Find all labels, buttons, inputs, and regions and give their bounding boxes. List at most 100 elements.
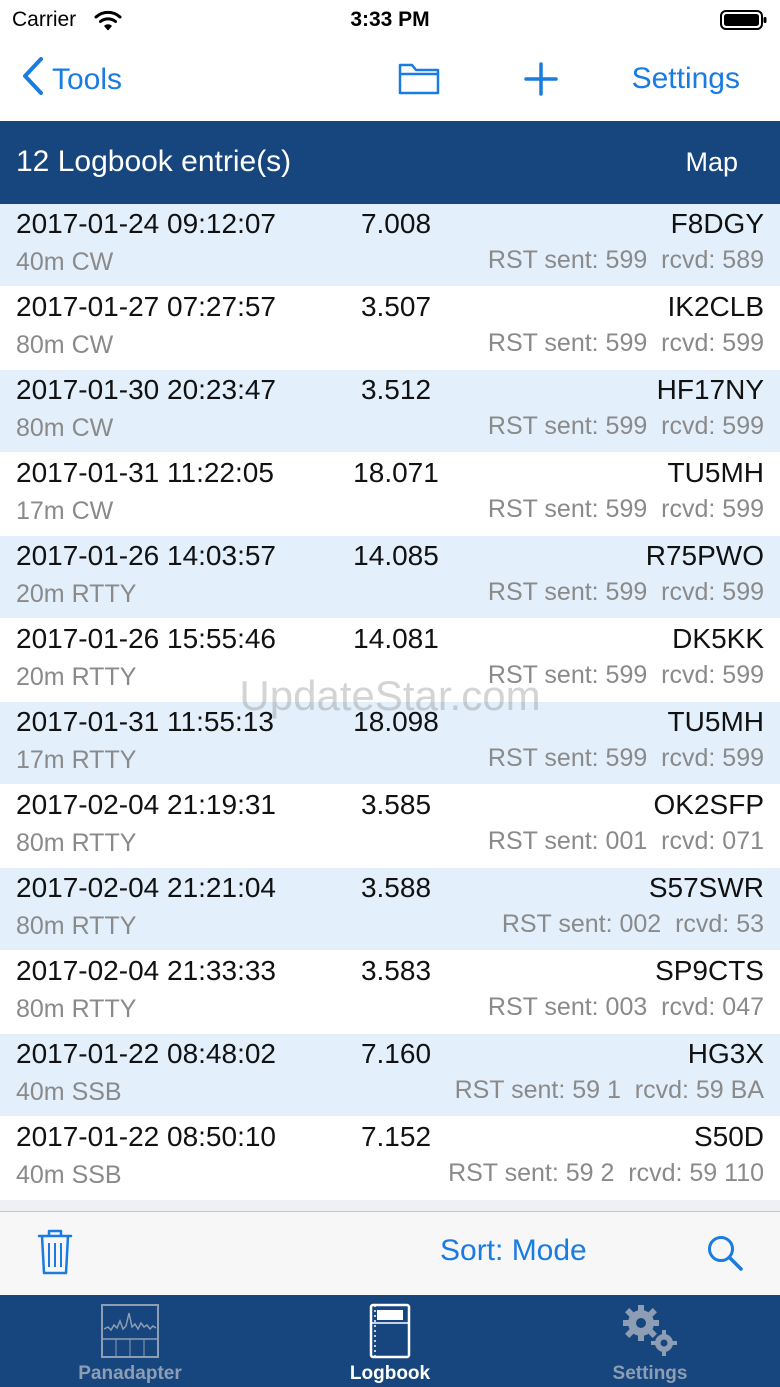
entry-frequency: 14.085 bbox=[353, 540, 439, 571]
entry-band-mode: 40m CW bbox=[16, 248, 114, 276]
entry-rst: RST sent: 599 rcvd: 589 bbox=[487, 246, 764, 274]
entry-callsign: IK2CLB bbox=[667, 291, 765, 322]
list-item[interactable]: 2017-01-26 15:55:46 14.081 DK5KK 20m RTTY RS… bbox=[0, 619, 780, 702]
entry-band-mode: 17m CW bbox=[16, 497, 114, 525]
logbook-list[interactable]: 2017-01-24 09:12:07 7.008 F8DGY 40m CW RST s… bbox=[0, 204, 780, 1200]
entry-callsign: F8DGY bbox=[670, 208, 764, 239]
list-item[interactable]: 2017-01-22 08:48:02 7.160 HG3X 40m SSB RST s… bbox=[0, 1034, 780, 1117]
entry-callsign: HF17NY bbox=[656, 374, 764, 405]
entry-frequency: 3.585 bbox=[360, 789, 432, 820]
entry-frequency: 3.588 bbox=[360, 872, 432, 903]
entry-frequency: 14.081 bbox=[353, 623, 439, 654]
entry-band-mode: 20m RTTY bbox=[16, 663, 137, 691]
entry-datetime: 2017-01-30 20:23:47 bbox=[16, 374, 276, 405]
battery-icon bbox=[720, 9, 768, 36]
entry-rst: RST sent: 003 rcvd: 047 bbox=[487, 993, 764, 1021]
settings-button[interactable]: Settings bbox=[632, 62, 740, 96]
logbook-icon bbox=[260, 1303, 520, 1359]
tab-logbook[interactable]: Logbook bbox=[260, 1295, 520, 1387]
entry-datetime: 2017-01-26 14:03:57 bbox=[16, 540, 276, 571]
entry-callsign: TU5MH bbox=[667, 457, 764, 488]
list-item[interactable]: 2017-01-31 11:22:05 18.071 TU5MH 17m CW RST … bbox=[0, 453, 780, 536]
folder-icon[interactable] bbox=[398, 61, 440, 102]
search-icon[interactable] bbox=[706, 1234, 744, 1277]
entry-band-mode: 20m RTTY bbox=[16, 580, 137, 608]
entry-band-mode: 80m RTTY bbox=[16, 912, 137, 940]
list-item[interactable]: 2017-01-31 11:55:13 18.098 TU5MH 17m RTTY RS… bbox=[0, 702, 780, 785]
entry-rst: RST sent: 599 rcvd: 599 bbox=[487, 495, 764, 523]
tab-bar: Panadapter Logbook Settings bbox=[0, 1295, 780, 1387]
trash-icon[interactable] bbox=[36, 1228, 74, 1281]
list-item[interactable]: 2017-01-24 09:12:07 7.008 F8DGY 40m CW RST s… bbox=[0, 204, 780, 287]
entry-rst: RST sent: 599 rcvd: 599 bbox=[487, 578, 764, 606]
entry-rst: RST sent: 59 2 rcvd: 59 110 bbox=[448, 1159, 764, 1187]
gear-icon bbox=[520, 1303, 780, 1359]
clock-time: 3:33 PM bbox=[350, 8, 430, 31]
entry-callsign: DK5KK bbox=[672, 623, 764, 654]
logbook-header: 12 Logbook entrie(s) Map bbox=[0, 121, 780, 204]
add-entry-button[interactable] bbox=[524, 62, 558, 101]
back-button[interactable]: Tools bbox=[22, 57, 123, 103]
entry-rst: RST sent: 001 rcvd: 071 bbox=[487, 827, 764, 855]
list-divider bbox=[0, 1200, 780, 1212]
entry-callsign: R75PWO bbox=[645, 540, 764, 571]
entry-datetime: 2017-01-26 15:55:46 bbox=[16, 623, 276, 654]
navigation-bar: Tools Settings bbox=[0, 40, 780, 121]
entry-rst: RST sent: 002 rcvd: 53 bbox=[501, 910, 764, 938]
status-bar: Carrier 3:33 PM bbox=[0, 0, 780, 40]
entry-band-mode: 40m SSB bbox=[16, 1161, 122, 1189]
entry-frequency: 7.160 bbox=[360, 1038, 432, 1069]
entry-band-mode: 80m CW bbox=[16, 331, 114, 359]
entry-datetime: 2017-02-04 21:19:31 bbox=[16, 789, 276, 820]
entry-callsign: SP9CTS bbox=[655, 955, 764, 986]
entry-datetime: 2017-01-27 07:27:57 bbox=[16, 291, 276, 322]
map-button[interactable]: Map bbox=[685, 147, 738, 178]
entry-band-mode: 80m RTTY bbox=[16, 995, 137, 1023]
tab-panadapter-label: Panadapter bbox=[78, 1363, 182, 1384]
entry-callsign: HG3X bbox=[687, 1038, 764, 1069]
tab-settings-label: Settings bbox=[612, 1363, 688, 1384]
entry-datetime: 2017-01-31 11:22:05 bbox=[16, 457, 274, 488]
sort-button[interactable]: Sort: Mode bbox=[440, 1234, 587, 1268]
entry-band-mode: 80m CW bbox=[16, 414, 114, 442]
entry-callsign: S57SWR bbox=[648, 872, 764, 903]
tab-panadapter[interactable]: Panadapter bbox=[0, 1295, 260, 1387]
entry-rst: RST sent: 59 1 rcvd: 59 BA bbox=[454, 1076, 764, 1104]
entry-frequency: 3.583 bbox=[360, 955, 432, 986]
entry-datetime: 2017-01-22 08:50:10 bbox=[16, 1121, 276, 1152]
entry-callsign: OK2SFP bbox=[653, 789, 764, 820]
entry-datetime: 2017-01-24 09:12:07 bbox=[16, 208, 276, 239]
tab-settings[interactable]: Settings bbox=[520, 1295, 780, 1387]
entry-frequency: 3.512 bbox=[360, 374, 432, 405]
entry-datetime: 2017-02-04 21:21:04 bbox=[16, 872, 276, 903]
entry-rst: RST sent: 599 rcvd: 599 bbox=[487, 412, 764, 440]
list-item[interactable]: 2017-01-26 14:03:57 14.085 R75PWO 20m RTTY R… bbox=[0, 536, 780, 619]
list-item[interactable]: 2017-02-04 21:21:04 3.588 S57SWR 80m RTTY RS… bbox=[0, 868, 780, 951]
entry-band-mode: 17m RTTY bbox=[16, 746, 137, 774]
entry-callsign: S50D bbox=[693, 1121, 764, 1152]
entries-count-title: 12 Logbook entrie(s) bbox=[16, 145, 292, 178]
list-item[interactable]: 2017-01-30 20:23:47 3.512 HF17NY 80m CW RST … bbox=[0, 370, 780, 453]
entry-callsign: TU5MH bbox=[667, 706, 764, 737]
tab-logbook-label: Logbook bbox=[349, 1363, 431, 1384]
entry-datetime: 2017-01-22 08:48:02 bbox=[16, 1038, 276, 1069]
entry-rst: RST sent: 599 rcvd: 599 bbox=[487, 744, 764, 772]
entry-frequency: 7.152 bbox=[360, 1121, 432, 1152]
bottom-toolbar: Sort: Mode bbox=[0, 1212, 780, 1295]
entry-frequency: 18.071 bbox=[353, 457, 439, 488]
entry-datetime: 2017-01-31 11:55:13 bbox=[16, 706, 274, 737]
list-item[interactable]: 2017-01-27 07:27:57 3.507 IK2CLB 80m CW RST … bbox=[0, 287, 780, 370]
back-button-label: Tools bbox=[52, 63, 123, 96]
entry-band-mode: 80m RTTY bbox=[16, 829, 137, 857]
list-item[interactable]: 2017-02-04 21:19:31 3.585 OK2SFP 80m RTTY RS… bbox=[0, 785, 780, 868]
entry-frequency: 7.008 bbox=[360, 208, 432, 239]
list-item[interactable]: 2017-01-22 08:50:10 7.152 S50D 40m SSB RST s… bbox=[0, 1117, 780, 1200]
entry-rst: RST sent: 599 rcvd: 599 bbox=[487, 329, 764, 357]
entry-datetime: 2017-02-04 21:33:33 bbox=[16, 955, 276, 986]
entry-frequency: 3.507 bbox=[360, 291, 432, 322]
entry-rst: RST sent: 599 rcvd: 599 bbox=[487, 661, 764, 689]
panadapter-icon bbox=[0, 1303, 260, 1359]
chevron-left-icon bbox=[22, 57, 44, 103]
list-item[interactable]: 2017-02-04 21:33:33 3.583 SP9CTS 80m RTTY RS… bbox=[0, 951, 780, 1034]
entry-frequency: 18.098 bbox=[353, 706, 439, 737]
